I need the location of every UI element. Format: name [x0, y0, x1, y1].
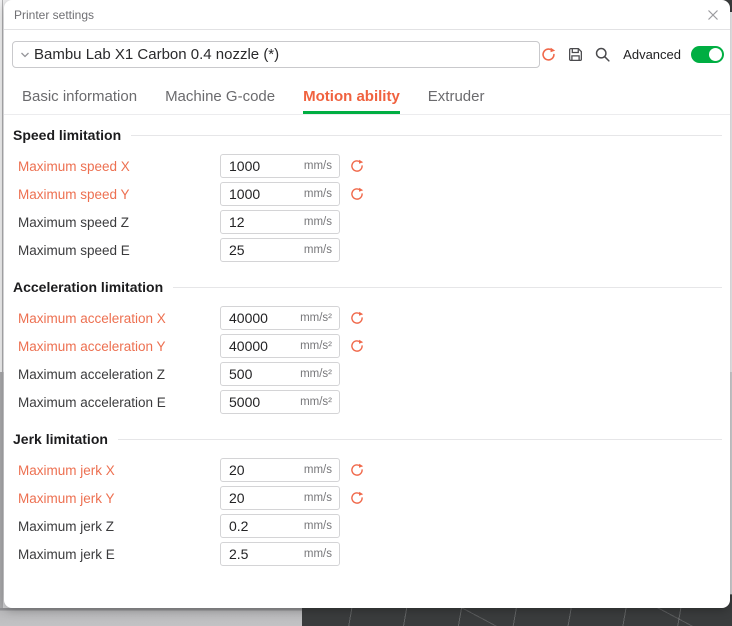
max-speed-y-input[interactable]	[229, 186, 291, 202]
param-field: mm/s	[220, 210, 340, 234]
param-field: mm/s	[220, 154, 340, 178]
param-label: Maximum speed E	[18, 243, 220, 258]
tabs-divider	[4, 114, 730, 115]
param-field: mm/s²	[220, 306, 340, 330]
tab-basic-information[interactable]: Basic information	[22, 88, 137, 114]
section-divider-line	[118, 439, 722, 440]
tab-extruder[interactable]: Extruder	[428, 88, 485, 114]
chevron-down-icon	[19, 49, 31, 61]
dialog-titlebar: Printer settings	[4, 0, 730, 30]
advanced-toggle[interactable]	[691, 46, 724, 63]
tab-motion-ability[interactable]: Motion ability	[303, 88, 400, 114]
advanced-label: Advanced	[623, 47, 681, 62]
param-field: mm/s²	[220, 362, 340, 386]
param-label: Maximum acceleration Y	[18, 339, 220, 354]
param-field: mm/s²	[220, 390, 340, 414]
param-label: Maximum jerk X	[18, 463, 220, 478]
unit-label: mm/s	[304, 492, 332, 504]
section-divider-line	[131, 135, 722, 136]
section-header-jerk: Jerk limitation	[13, 429, 722, 449]
param-row-max-accel-y: Maximum acceleration Y mm/s²	[4, 332, 730, 360]
section-title: Acceleration limitation	[13, 279, 163, 295]
reset-icon[interactable]	[349, 310, 365, 326]
max-jerk-x-input[interactable]	[229, 462, 291, 478]
param-row-max-jerk-e: Maximum jerk E mm/s	[4, 540, 730, 568]
section-header-acceleration: Acceleration limitation	[13, 277, 722, 297]
printer-settings-dialog: Printer settings Bambu Lab X1 Carbon 0.4…	[4, 0, 730, 608]
background-sidebar-edge	[0, 608, 302, 626]
tab-machine-gcode[interactable]: Machine G-code	[165, 88, 275, 114]
section-header-speed: Speed limitation	[13, 125, 722, 145]
unit-label: mm/s²	[300, 396, 332, 408]
param-field: mm/s	[220, 238, 340, 262]
unit-label: mm/s	[304, 216, 332, 228]
param-row-max-jerk-z: Maximum jerk Z mm/s	[4, 512, 730, 540]
max-accel-y-input[interactable]	[229, 338, 291, 354]
param-field: mm/s²	[220, 334, 340, 358]
unit-label: mm/s²	[300, 340, 332, 352]
param-label: Maximum jerk E	[18, 547, 220, 562]
param-field: mm/s	[220, 542, 340, 566]
param-field: mm/s	[220, 514, 340, 538]
param-row-max-speed-e: Maximum speed E mm/s	[4, 236, 730, 264]
reset-icon[interactable]	[349, 490, 365, 506]
search-icon[interactable]	[594, 46, 611, 63]
max-speed-z-input[interactable]	[229, 214, 291, 230]
reset-icon[interactable]	[349, 186, 365, 202]
param-row-max-jerk-y: Maximum jerk Y mm/s	[4, 484, 730, 512]
max-speed-x-input[interactable]	[229, 158, 291, 174]
printer-preset-select[interactable]: Bambu Lab X1 Carbon 0.4 nozzle (*)	[12, 41, 540, 68]
unit-label: mm/s	[304, 188, 332, 200]
param-label: Maximum acceleration X	[18, 311, 220, 326]
unit-label: mm/s	[304, 548, 332, 560]
max-jerk-e-input[interactable]	[229, 546, 291, 562]
unit-label: mm/s	[304, 520, 332, 532]
param-label: Maximum acceleration E	[18, 395, 220, 410]
section-divider-line	[173, 287, 722, 288]
reset-icon[interactable]	[349, 338, 365, 354]
param-label: Maximum speed Y	[18, 187, 220, 202]
max-jerk-z-input[interactable]	[229, 518, 291, 534]
preset-row: Bambu Lab X1 Carbon 0.4 nozzle (*)	[12, 41, 724, 68]
param-field: mm/s	[220, 182, 340, 206]
settings-tabs: Basic information Machine G-code Motion …	[22, 88, 730, 114]
unit-label: mm/s²	[300, 368, 332, 380]
param-label: Maximum jerk Z	[18, 519, 220, 534]
preset-selected-value: Bambu Lab X1 Carbon 0.4 nozzle (*)	[34, 46, 279, 63]
param-row-max-speed-x: Maximum speed X mm/s	[4, 152, 730, 180]
unit-label: mm/s	[304, 464, 332, 476]
max-accel-z-input[interactable]	[229, 366, 291, 382]
preset-toolbar: Advanced	[540, 46, 724, 63]
reset-icon[interactable]	[349, 158, 365, 174]
param-label: Maximum speed Z	[18, 215, 220, 230]
unit-label: mm/s	[304, 160, 332, 172]
param-row-max-speed-y: Maximum speed Y mm/s	[4, 180, 730, 208]
section-title: Jerk limitation	[13, 431, 108, 447]
unit-label: mm/s	[304, 244, 332, 256]
param-label: Maximum acceleration Z	[18, 367, 220, 382]
dialog-title: Printer settings	[14, 8, 94, 22]
unit-label: mm/s²	[300, 312, 332, 324]
background-panel-edge	[0, 372, 3, 608]
max-accel-e-input[interactable]	[229, 394, 291, 410]
param-label: Maximum speed X	[18, 159, 220, 174]
param-row-max-accel-z: Maximum acceleration Z mm/s²	[4, 360, 730, 388]
section-title: Speed limitation	[13, 127, 121, 143]
param-row-max-speed-z: Maximum speed Z mm/s	[4, 208, 730, 236]
param-row-max-accel-e: Maximum acceleration E mm/s²	[4, 388, 730, 416]
param-field: mm/s	[220, 458, 340, 482]
param-field: mm/s	[220, 486, 340, 510]
save-preset-icon[interactable]	[567, 46, 584, 63]
max-jerk-y-input[interactable]	[229, 490, 291, 506]
max-accel-x-input[interactable]	[229, 310, 291, 326]
reset-icon[interactable]	[349, 462, 365, 478]
param-label: Maximum jerk Y	[18, 491, 220, 506]
reset-preset-icon[interactable]	[540, 46, 557, 63]
close-icon[interactable]	[706, 8, 720, 22]
param-row-max-jerk-x: Maximum jerk X mm/s	[4, 456, 730, 484]
toggle-knob	[709, 48, 722, 61]
param-row-max-accel-x: Maximum acceleration X mm/s²	[4, 304, 730, 332]
max-speed-e-input[interactable]	[229, 242, 291, 258]
